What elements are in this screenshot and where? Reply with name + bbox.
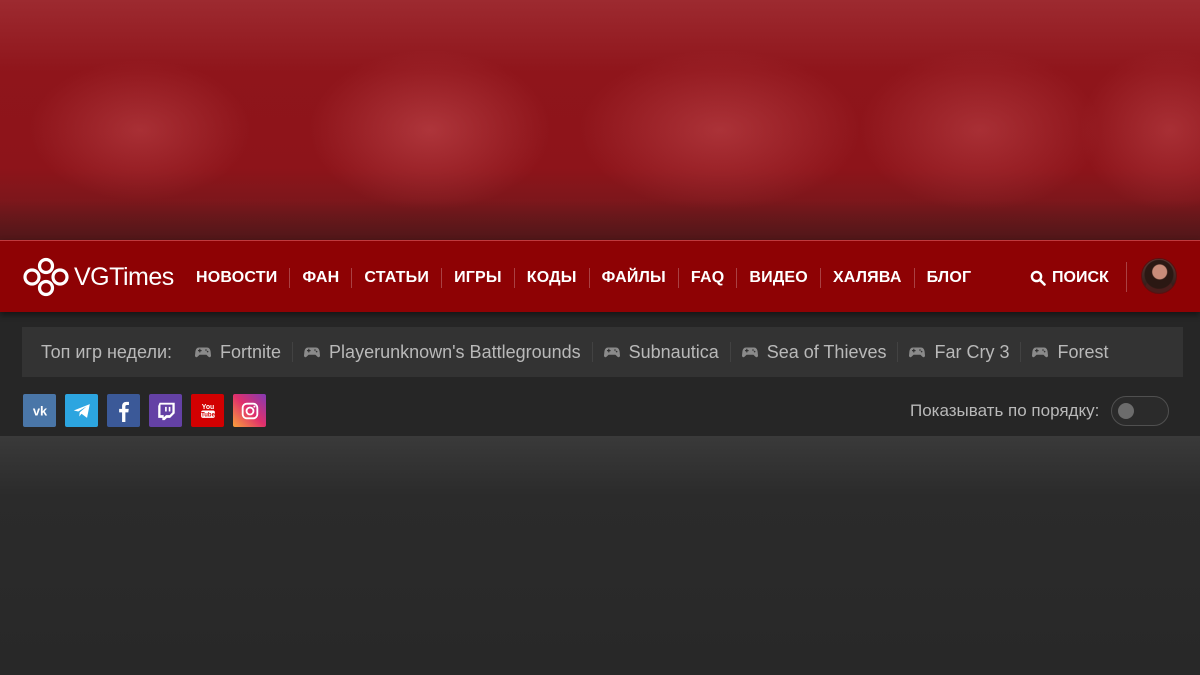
gamepad-icon xyxy=(304,347,321,357)
gamepad-icon xyxy=(741,347,758,357)
top-game-link[interactable]: Sea of Thieves xyxy=(729,341,898,362)
nav-item-video[interactable]: ВИДЕО xyxy=(736,268,820,288)
facebook-link[interactable] xyxy=(107,394,140,427)
main-nav: НОВОСТИ ФАН СТАТЬИ ИГРЫ КОДЫ ФАЙЛЫ FAQ В… xyxy=(184,266,983,290)
site-logo[interactable]: VGTimes xyxy=(22,256,174,298)
instagram-link[interactable] xyxy=(233,394,266,427)
twitch-link[interactable] xyxy=(149,394,182,427)
top-game-link[interactable]: Fortnite xyxy=(184,342,292,362)
game-name: Far Cry 3 xyxy=(934,341,1010,362)
gamepad-icon xyxy=(603,347,620,357)
nav-item-files[interactable]: ФАЙЛЫ xyxy=(588,268,678,288)
vk-icon: vk xyxy=(32,403,47,418)
user-avatar[interactable] xyxy=(1141,258,1177,294)
nav-item-games[interactable]: ИГРЫ xyxy=(441,268,514,288)
top-banner xyxy=(0,0,1200,240)
top-game-link[interactable]: Playerunknown's Battlegrounds xyxy=(292,342,592,362)
game-name: Forest xyxy=(1057,341,1109,362)
vk-link[interactable]: vk xyxy=(23,394,56,427)
youtube-link[interactable]: You Tube xyxy=(191,394,224,427)
game-name: Sea of Thieves xyxy=(766,341,887,362)
nav-item-articles[interactable]: СТАТЬИ xyxy=(351,268,441,288)
nav-item-blog[interactable]: БЛОГ xyxy=(913,268,984,288)
nav-divider xyxy=(1126,262,1127,292)
top-game-link[interactable]: Forest xyxy=(1020,342,1119,362)
logo-text: VGTimes xyxy=(74,262,174,291)
telegram-link[interactable] xyxy=(65,394,98,427)
game-name: Fortnite xyxy=(220,341,282,362)
telegram-icon xyxy=(73,403,90,418)
svg-text:Tube: Tube xyxy=(201,412,215,418)
search-label: ПОИСК xyxy=(1052,269,1109,286)
top-games-label: Топ игр недели: xyxy=(41,341,173,362)
gamepad-icon xyxy=(1032,347,1049,357)
search-icon xyxy=(1030,270,1046,286)
search-button[interactable]: ПОИСК xyxy=(1030,266,1109,290)
sort-order-control: Показывать по порядку: xyxy=(910,395,1170,427)
top-game-link[interactable]: Far Cry 3 xyxy=(897,342,1020,362)
svg-text:vk: vk xyxy=(32,403,47,418)
toggle-knob xyxy=(1118,403,1135,419)
nav-item-codes[interactable]: КОДЫ xyxy=(513,268,589,288)
youtube-icon: YouTube xyxy=(200,404,215,418)
nav-item-faq[interactable]: FAQ xyxy=(677,268,737,288)
facebook-icon xyxy=(118,401,129,422)
top-game-link[interactable]: Subnautica xyxy=(591,341,730,362)
social-links: vk You Tube xyxy=(23,394,266,427)
instagram-icon xyxy=(241,402,258,419)
svg-text:You: You xyxy=(201,404,213,411)
sort-order-toggle[interactable] xyxy=(1111,396,1170,426)
game-name: Subnautica xyxy=(628,341,719,362)
gamepad-icon xyxy=(195,347,212,357)
top-games-bar: Топ игр недели: Fortnite Playerunknown's… xyxy=(22,327,1183,377)
nav-item-freebies[interactable]: ХАЛЯВА xyxy=(819,268,914,288)
sort-order-label: Показывать по порядку: xyxy=(910,401,1100,420)
nav-item-news[interactable]: НОВОСТИ xyxy=(184,268,289,288)
nav-item-fan[interactable]: ФАН xyxy=(289,268,351,288)
content-area xyxy=(0,436,1200,675)
twitch-icon xyxy=(157,402,175,420)
game-name: Playerunknown's Battlegrounds xyxy=(329,341,581,362)
gamepad-icon xyxy=(909,347,926,357)
vgtimes-logo-icon xyxy=(23,257,69,297)
